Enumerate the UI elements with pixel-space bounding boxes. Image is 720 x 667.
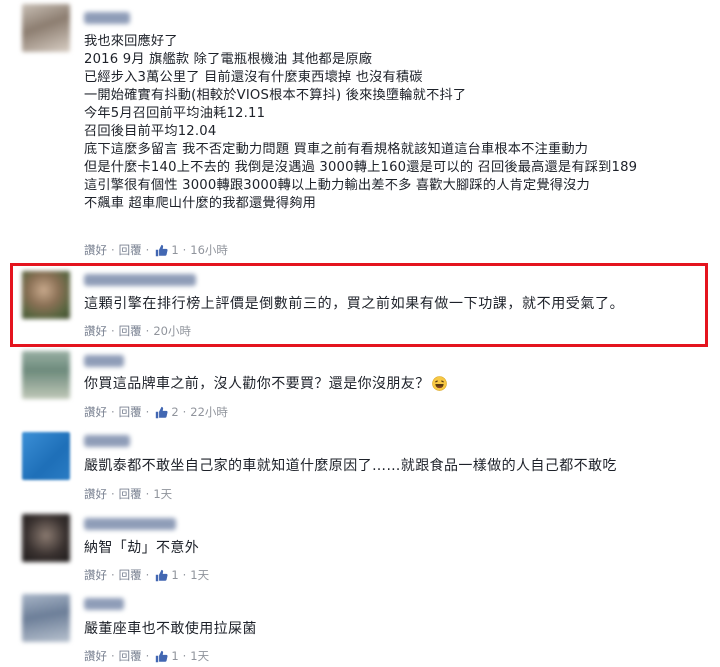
comment-actions: 讚好 · 回覆 · 1天: [84, 486, 173, 502]
comment-text-line: 2016 9月 旗艦款 除了電瓶根機油 其他都是原廠: [84, 52, 373, 67]
thumbs-up-icon: [155, 650, 168, 663]
thumbs-up-icon: [155, 406, 168, 419]
commenter-name[interactable]: [84, 435, 130, 447]
comment-text-line: 這引擎很有個性 3000轉跟3000轉以上動力輸出差不多 喜歡大腳踩的人肯定覺得…: [84, 178, 590, 193]
like-count[interactable]: 1: [171, 649, 178, 663]
like-button[interactable]: 讚好: [84, 323, 107, 339]
timestamp[interactable]: 1天: [190, 567, 209, 583]
like-count[interactable]: 2: [171, 405, 178, 419]
like-button[interactable]: 讚好: [84, 404, 107, 420]
timestamp[interactable]: 20小時: [153, 323, 191, 339]
comment-1: 我也來回應好了 2016 9月 旗艦款 除了電瓶根機油 其他都是原廠 已經步入3…: [0, 0, 720, 262]
timestamp[interactable]: 16小時: [190, 242, 228, 258]
thumbs-up-icon: [155, 569, 168, 582]
commenter-name[interactable]: [84, 598, 124, 610]
avatar[interactable]: [22, 351, 70, 399]
timestamp[interactable]: 22小時: [190, 404, 228, 420]
commenter-name[interactable]: [84, 518, 176, 530]
comment-2: 這顆引擎在排行榜上評價是倒數前三的，買之前如果有做一下功課，就不用受氣了。 讚好…: [0, 262, 720, 350]
comment-text-line: 召回後目前平均12.04: [84, 124, 217, 139]
like-count[interactable]: 1: [171, 568, 178, 582]
reply-button[interactable]: 回覆: [119, 567, 142, 583]
laughing-emoji-icon: [431, 376, 447, 391]
comment-text-line: 今年5月召回前平均油耗12.11: [84, 106, 266, 121]
comment-actions: 讚好 · 回覆 · 1 · 1天: [84, 648, 210, 664]
comment-text-line: 一開始確實有抖動(相較於VIOS根本不算抖) 後來換墮輪就不抖了: [84, 88, 467, 103]
thumbs-up-icon: [155, 244, 168, 257]
like-button[interactable]: 讚好: [84, 567, 107, 583]
reply-button[interactable]: 回覆: [119, 242, 142, 258]
comment-text: 你買這品牌車之前，沒人勸你不要買？還是你沒朋友？: [84, 376, 430, 392]
timestamp[interactable]: 1天: [153, 486, 172, 502]
avatar[interactable]: [22, 4, 70, 52]
timestamp[interactable]: 1天: [190, 648, 209, 664]
comment-text-line: 我也來回應好了: [84, 34, 178, 49]
comment-5: 納智「劫」不意外 讚好 · 回覆 · 1 · 1天: [0, 506, 720, 590]
comment-4: 嚴凱泰都不敢坐自己家的車就知道什麼原因了……就跟食品一樣做的人自己都不敢吃 讚好…: [0, 426, 720, 506]
comment-text-line: 這顆引擎在排行榜上評價是倒數前三的，買之前如果有做一下功課，就不用受氣了。: [84, 296, 625, 312]
avatar[interactable]: [22, 271, 70, 319]
reply-button[interactable]: 回覆: [119, 648, 142, 664]
comment-text-line: 納智「劫」不意外: [84, 540, 200, 556]
comment-text-line: 但是什麼卡140上不去的 我倒是沒遇過 3000轉上160還是可以的 召回後最高…: [84, 160, 638, 175]
comment-3: 你買這品牌車之前，沒人勸你不要買？還是你沒朋友？ 讚好 · 回覆 · 2 · 2…: [0, 350, 720, 426]
comment-text-line: 你買這品牌車之前，沒人勸你不要買？還是你沒朋友？: [84, 375, 704, 393]
avatar[interactable]: [22, 594, 70, 642]
commenter-name[interactable]: [84, 274, 196, 286]
comment-6: 嚴董座車也不敢使用拉屎菌 讚好 · 回覆 · 1 · 1天: [0, 590, 720, 667]
comment-actions: 讚好 · 回覆 · 2 · 22小時: [84, 404, 228, 420]
comment-actions: 讚好 · 回覆 · 1 · 1天: [84, 567, 210, 583]
reply-button[interactable]: 回覆: [119, 323, 142, 339]
commenter-name[interactable]: [84, 12, 130, 24]
comment-text-line: 嚴董座車也不敢使用拉屎菌: [84, 621, 257, 637]
comment-text-line: 底下這麼多留言 我不否定動力問題 買車之前有看規格就該知道這台車根本不注重動力: [84, 142, 589, 157]
comment-actions: 讚好 · 回覆 · 1 · 16小時: [84, 242, 228, 258]
comment-text-line: 嚴凱泰都不敢坐自己家的車就知道什麼原因了……就跟食品一樣做的人自己都不敢吃: [84, 458, 617, 474]
like-button[interactable]: 讚好: [84, 486, 107, 502]
reply-button[interactable]: 回覆: [119, 404, 142, 420]
comment-text-line: 已經步入3萬公里了 目前還沒有什麼東西壞掉 也沒有積碳: [84, 70, 423, 85]
reply-button[interactable]: 回覆: [119, 486, 142, 502]
like-count[interactable]: 1: [171, 243, 178, 257]
like-button[interactable]: 讚好: [84, 242, 107, 258]
avatar[interactable]: [22, 432, 70, 480]
comment-text-line: 不飆車 超車爬山什麼的我都還覺得夠用: [84, 196, 316, 211]
avatar[interactable]: [22, 514, 70, 562]
commenter-name[interactable]: [84, 355, 124, 367]
comment-actions: 讚好 · 回覆 · 20小時: [84, 323, 191, 339]
like-button[interactable]: 讚好: [84, 648, 107, 664]
